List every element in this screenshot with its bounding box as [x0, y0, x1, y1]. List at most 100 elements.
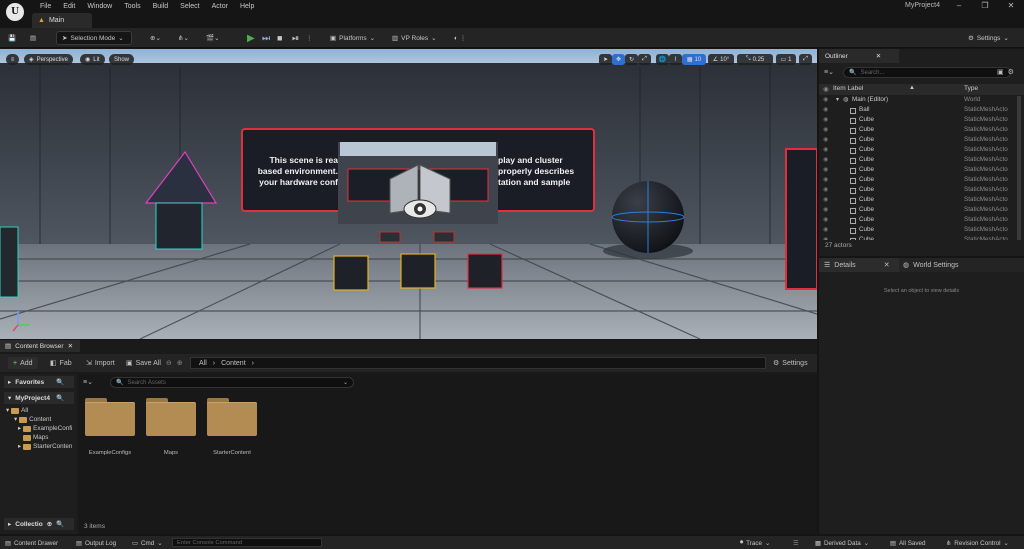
- menu-file[interactable]: File: [34, 3, 57, 10]
- visibility-icon[interactable]: ◉: [823, 216, 828, 223]
- scale-tool-icon[interactable]: ⤢: [638, 54, 651, 65]
- outliner-row[interactable]: ◉ Cube StaticMeshActo: [819, 166, 1017, 176]
- lit-button[interactable]: ◉ Lit: [80, 54, 105, 65]
- grid-snap-button[interactable]: ▦ 10: [682, 54, 706, 65]
- outliner-row[interactable]: ◉ Cube StaticMeshActo: [819, 116, 1017, 126]
- search-icon[interactable]: 🔍: [56, 520, 64, 528]
- search-icon[interactable]: 🔍: [56, 394, 64, 402]
- visibility-icon[interactable]: ◉: [823, 206, 828, 213]
- platforms-button[interactable]: ▣ Platforms ⌄: [330, 31, 375, 45]
- visibility-icon[interactable]: ◉: [823, 236, 828, 240]
- world-space-icon[interactable]: 🌐: [656, 54, 669, 65]
- console-command-input[interactable]: Enter Console Command: [172, 538, 322, 547]
- tab-outliner[interactable]: Outliner ✕: [819, 49, 899, 63]
- browse-icon[interactable]: ▤: [30, 31, 36, 45]
- expand-icon[interactable]: ▾: [836, 96, 839, 103]
- visibility-icon[interactable]: ◉: [823, 136, 828, 143]
- outliner-row[interactable]: ◉ Cube StaticMeshActo: [819, 146, 1017, 156]
- tree-content[interactable]: ▾ Content: [14, 416, 51, 423]
- close-icon[interactable]: ✕: [884, 261, 890, 269]
- add-folder-icon[interactable]: ▣: [997, 68, 1004, 76]
- play-button[interactable]: ▶: [247, 31, 255, 45]
- breadcrumb-content[interactable]: Content: [221, 360, 246, 367]
- visibility-icon[interactable]: ◉: [823, 156, 828, 163]
- visibility-icon[interactable]: ◉: [823, 126, 828, 133]
- visibility-icon[interactable]: ◉: [823, 96, 828, 103]
- menu-select[interactable]: Select: [174, 3, 205, 10]
- type-column[interactable]: Type: [964, 85, 978, 92]
- cmd-dropdown[interactable]: ▭ Cmd ⌄: [132, 538, 163, 548]
- outliner-row[interactable]: ◉ Cube StaticMeshActo: [819, 226, 1017, 236]
- menu-help[interactable]: Help: [234, 3, 260, 10]
- fab-button[interactable]: ◧ Fab: [50, 357, 72, 369]
- output-log-button[interactable]: ▤ Output Log: [76, 538, 116, 548]
- visibility-icon[interactable]: ◉: [823, 196, 828, 203]
- maximize-button[interactable]: ❐: [972, 0, 998, 11]
- add-button[interactable]: + Add: [8, 357, 38, 369]
- translate-tool-icon[interactable]: ✥: [612, 54, 625, 65]
- derived-data-button[interactable]: ▦ Derived Data ⌄: [815, 538, 869, 548]
- surface-snap-icon[interactable]: ⌇: [669, 54, 682, 65]
- tab-content-browser[interactable]: ▤ Content Browser ✕: [0, 340, 80, 352]
- eject-icon[interactable]: ⏯: [292, 31, 299, 45]
- breadcrumb-all[interactable]: All: [199, 360, 207, 367]
- forward-icon[interactable]: ⊕: [177, 359, 183, 367]
- more-options-icon[interactable]: ⋮: [306, 31, 313, 45]
- save-all-button[interactable]: ▣ Save All: [126, 357, 161, 369]
- tree-all[interactable]: ▾ All: [6, 407, 28, 414]
- close-icon[interactable]: ✕: [876, 52, 881, 60]
- level-viewport[interactable]: This scene is rea based environment. you…: [0, 49, 817, 339]
- menu-build[interactable]: Build: [147, 3, 175, 10]
- stop-icon[interactable]: ■: [277, 31, 282, 45]
- outliner-row[interactable]: ◉ Cube StaticMeshActo: [819, 156, 1017, 166]
- visibility-icon[interactable]: ◉: [823, 186, 828, 193]
- scale-snap-button[interactable]: ⤡ 0.25: [737, 54, 773, 65]
- content-browser-settings-button[interactable]: ⚙ Settings: [773, 357, 808, 369]
- close-button[interactable]: ✕: [998, 0, 1024, 11]
- menu-edit[interactable]: Edit: [57, 3, 81, 10]
- toolbar-settings-button[interactable]: ⚙ Settings ⌄: [968, 31, 1009, 45]
- outliner-row[interactable]: ◉ Cube StaticMeshActo: [819, 206, 1017, 216]
- tab-world-settings[interactable]: ◍ World Settings: [901, 258, 991, 272]
- outliner-row[interactable]: ◉ Cube StaticMeshActo: [819, 186, 1017, 196]
- minimize-button[interactable]: –: [946, 0, 972, 11]
- play-in-window-icon[interactable]: ⏭: [262, 31, 270, 45]
- maximize-viewport-icon[interactable]: ⤢: [799, 54, 812, 65]
- content-drawer-button[interactable]: ▤ Content Drawer: [5, 538, 58, 548]
- menu-tools[interactable]: Tools: [118, 3, 146, 10]
- trace-button[interactable]: ⏺ Trace ⌄: [740, 538, 770, 548]
- collections-section[interactable]: ▸ Collectio ⊕ 🔍: [4, 518, 74, 530]
- save-icon[interactable]: 💾: [8, 31, 16, 45]
- outliner-row[interactable]: ◉ Cube StaticMeshActo: [819, 216, 1017, 226]
- outliner-scrollbar[interactable]: [1017, 96, 1021, 240]
- tab-details[interactable]: ☰ Details ✕: [819, 258, 899, 272]
- tab-main[interactable]: ▲ Main: [32, 13, 92, 28]
- visibility-icon[interactable]: ◉: [823, 176, 828, 183]
- visibility-icon[interactable]: ◉: [823, 166, 828, 173]
- back-icon[interactable]: ⊖: [166, 359, 172, 367]
- tree-starter-content[interactable]: ▸ StarterConten: [18, 443, 72, 450]
- tree-example-configs[interactable]: ▸ ExampleConfi: [18, 425, 72, 432]
- outliner-row[interactable]: ◉ Cube StaticMeshActo: [819, 126, 1017, 136]
- filter-icon[interactable]: ≡⌄: [83, 378, 93, 386]
- blueprint-icon[interactable]: ⋔⌄: [178, 31, 189, 45]
- vr-icon[interactable]: ◐ ⋮: [454, 31, 466, 45]
- select-tool-icon[interactable]: ➤: [599, 54, 612, 65]
- viewport-menu-icon[interactable]: ≡: [6, 54, 19, 65]
- close-icon[interactable]: ✕: [68, 342, 73, 350]
- camera-speed-button[interactable]: ▭ 1: [776, 54, 796, 65]
- outliner-row[interactable]: ◉ Cube StaticMeshActo: [819, 196, 1017, 206]
- menu-window[interactable]: Window: [81, 3, 118, 10]
- visibility-icon[interactable]: ◉: [823, 106, 828, 113]
- vp-roles-button[interactable]: ▥ VP Roles ⌄: [392, 31, 437, 45]
- search-icon[interactable]: 🔍: [56, 378, 64, 386]
- folder-maps[interactable]: [146, 398, 196, 438]
- outliner-row[interactable]: ◉ Cube StaticMeshActo: [819, 136, 1017, 146]
- outliner-row[interactable]: ◉ Cube StaticMeshActo: [819, 176, 1017, 186]
- visibility-icon[interactable]: ◉: [823, 226, 828, 233]
- asset-search-input[interactable]: 🔍 Search Assets ⌄: [110, 377, 354, 388]
- item-label-column[interactable]: Item Label: [833, 85, 863, 92]
- rotation-snap-button[interactable]: ∠ 10°: [708, 54, 734, 65]
- revision-control-button[interactable]: ⋔ Revision Control ⌄: [946, 538, 1009, 548]
- show-button[interactable]: Show: [109, 54, 135, 65]
